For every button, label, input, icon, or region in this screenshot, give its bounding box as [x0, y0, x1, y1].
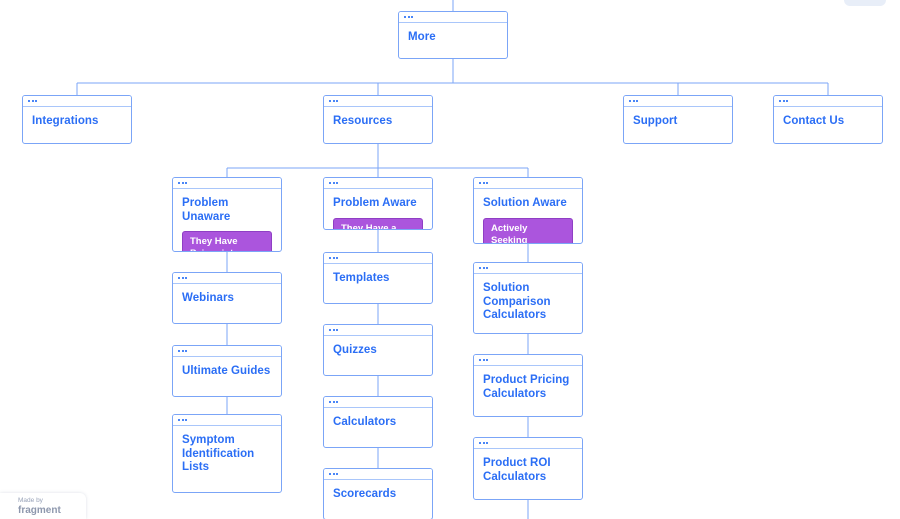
node-resources[interactable]: Resources — [323, 95, 433, 144]
node-body: Solution Aware Actively Seeking Solutions — [474, 189, 582, 243]
node-title: Symptom Identification Lists — [182, 434, 255, 473]
node-title: Templates — [333, 272, 390, 284]
node-body: Resources — [324, 107, 432, 129]
node-body: Solution Comparison Calculators — [474, 274, 582, 323]
node-title: Contact Us — [783, 115, 845, 127]
node-body: Product Pricing Calculators — [474, 366, 582, 401]
node-titlebar — [23, 96, 131, 107]
node-titlebar — [324, 178, 432, 189]
node-badge: They Have Painpoints — [182, 231, 272, 251]
node-title: Product Pricing Calculators — [483, 374, 570, 400]
node-titlebar — [474, 438, 582, 449]
node-body: Integrations — [23, 107, 131, 129]
more-options-icon[interactable] — [329, 257, 338, 259]
more-options-icon[interactable] — [329, 100, 338, 102]
node-integrations[interactable]: Integrations — [22, 95, 132, 144]
node-symptom-identification-lists[interactable]: Symptom Identification Lists — [172, 414, 282, 493]
node-titlebar — [474, 178, 582, 189]
node-titlebar — [624, 96, 732, 107]
node-titlebar — [324, 325, 432, 336]
node-title: Resources — [333, 115, 393, 127]
node-title: Webinars — [182, 292, 234, 304]
node-body: Problem Unaware They Have Painpoints — [173, 189, 281, 251]
node-body: Contact Us — [774, 107, 882, 129]
node-solution-aware[interactable]: Solution Aware Actively Seeking Solutions — [473, 177, 583, 244]
node-title: Product ROI Calculators — [483, 457, 551, 483]
more-options-icon[interactable] — [629, 100, 638, 102]
node-titlebar — [173, 415, 281, 426]
node-templates[interactable]: Templates — [323, 252, 433, 304]
more-options-icon[interactable] — [329, 329, 338, 331]
more-options-icon[interactable] — [779, 100, 788, 102]
node-badge: Actively Seeking Solutions — [483, 217, 573, 243]
more-options-icon[interactable] — [479, 267, 488, 269]
node-titlebar — [173, 346, 281, 357]
node-title: Support — [633, 115, 678, 127]
node-more[interactable]: More — [398, 11, 508, 59]
node-scorecards[interactable]: Scorecards — [323, 468, 433, 519]
node-title: Scorecards — [333, 488, 397, 500]
node-body: Webinars — [173, 284, 281, 306]
more-options-icon[interactable] — [329, 401, 338, 403]
more-options-icon[interactable] — [178, 277, 187, 279]
node-badge: They Have a Goal — [333, 217, 423, 229]
node-title: Integrations — [32, 115, 99, 127]
more-options-icon[interactable] — [329, 473, 338, 475]
more-options-icon[interactable] — [329, 182, 338, 184]
node-titlebar — [399, 12, 507, 23]
node-body: Scorecards — [324, 480, 432, 502]
node-body: Product ROI Calculators — [474, 449, 582, 484]
more-options-icon[interactable] — [479, 359, 488, 361]
node-title: Ultimate Guides — [182, 365, 271, 377]
watermark-line-2: fragment — [18, 504, 61, 516]
watermark-line-1: Made by — [18, 497, 43, 504]
node-solution-comparison-calculators[interactable]: Solution Comparison Calculators — [473, 262, 583, 334]
node-body: Support — [624, 107, 732, 129]
node-body: Ultimate Guides — [173, 357, 281, 379]
more-options-icon[interactable] — [479, 182, 488, 184]
node-titlebar — [324, 469, 432, 480]
node-body: Templates — [324, 264, 432, 286]
node-product-pricing-calculators[interactable]: Product Pricing Calculators — [473, 354, 583, 417]
node-titlebar — [474, 263, 582, 274]
node-title: Calculators — [333, 416, 397, 428]
node-product-roi-calculators[interactable]: Product ROI Calculators — [473, 437, 583, 500]
node-titlebar — [324, 253, 432, 264]
connector-lines — [76, 0, 829, 519]
node-problem-aware[interactable]: Problem Aware They Have a Goal — [323, 177, 433, 230]
more-options-icon[interactable] — [404, 16, 413, 18]
node-title: Problem Unaware — [182, 197, 231, 223]
node-body: Quizzes — [324, 336, 432, 358]
more-options-icon[interactable] — [479, 442, 488, 444]
node-quizzes[interactable]: Quizzes — [323, 324, 433, 376]
node-ultimate-guides[interactable]: Ultimate Guides — [172, 345, 282, 397]
node-problem-unaware[interactable]: Problem Unaware They Have Painpoints — [172, 177, 282, 252]
node-calculators[interactable]: Calculators — [323, 396, 433, 448]
node-body: Symptom Identification Lists — [173, 426, 281, 475]
node-title: Solution Aware — [483, 197, 567, 209]
node-title: Solution Comparison Calculators — [483, 282, 551, 321]
node-titlebar — [474, 355, 582, 366]
node-support[interactable]: Support — [623, 95, 733, 144]
watermark: Made by fragment — [0, 493, 86, 519]
sitemap-canvas: More Integrations Resources Support Contact … — [0, 0, 900, 519]
more-options-icon[interactable] — [178, 182, 187, 184]
more-options-icon[interactable] — [178, 419, 187, 421]
node-titlebar — [173, 178, 281, 189]
node-titlebar — [774, 96, 882, 107]
node-titlebar — [324, 96, 432, 107]
node-body: Problem Aware They Have a Goal — [324, 189, 432, 229]
node-body: Calculators — [324, 408, 432, 430]
node-titlebar — [324, 397, 432, 408]
more-options-icon[interactable] — [28, 100, 37, 102]
node-title: Quizzes — [333, 344, 377, 356]
node-titlebar — [173, 273, 281, 284]
node-body: More — [399, 23, 507, 45]
more-options-icon[interactable] — [178, 350, 187, 352]
top-right-pill — [844, 0, 886, 6]
node-title: Problem Aware — [333, 197, 417, 209]
node-title: More — [408, 31, 436, 43]
node-webinars[interactable]: Webinars — [172, 272, 282, 324]
node-contact-us[interactable]: Contact Us — [773, 95, 883, 144]
